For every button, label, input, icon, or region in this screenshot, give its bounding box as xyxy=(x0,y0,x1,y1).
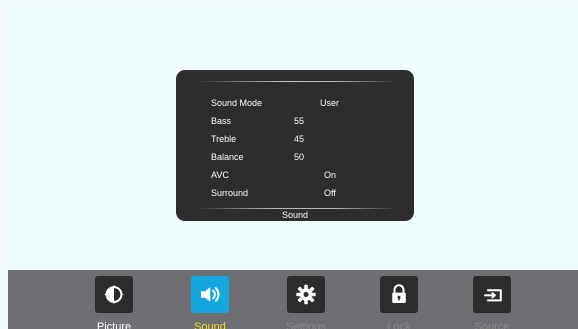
panel-divider-top xyxy=(198,81,396,82)
picture-icon-tile[interactable] xyxy=(95,276,133,313)
setting-row-avc[interactable]: AVC On xyxy=(176,168,414,182)
setting-value-surround: Off xyxy=(324,188,336,198)
panel-divider-bottom xyxy=(198,208,396,209)
source-icon-tile[interactable] xyxy=(473,276,511,313)
lock-icon-tile[interactable] xyxy=(380,276,418,313)
setting-value-balance: 50 xyxy=(294,152,305,162)
gear-icon-tile[interactable] xyxy=(287,276,325,313)
setting-label-surround: Surround xyxy=(211,188,249,198)
setting-label-avc: AVC xyxy=(211,170,229,180)
setting-row-balance[interactable]: Balance 50 xyxy=(176,150,414,164)
picture-icon xyxy=(104,284,124,305)
setting-value-avc: On xyxy=(324,170,337,180)
sound-icon-tile[interactable] xyxy=(191,276,229,313)
menu-label-source: Source xyxy=(474,321,510,329)
menu-item-lock[interactable]: Lock xyxy=(359,270,439,329)
setting-row-bass[interactable]: Bass 55 xyxy=(176,114,414,128)
menu-label-picture: Picture xyxy=(96,321,132,329)
menu-label-settings: Settings xyxy=(286,321,326,329)
setting-label-treble: Treble xyxy=(211,134,237,144)
sound-icon xyxy=(201,287,220,302)
source-icon xyxy=(484,289,502,302)
gear-icon xyxy=(296,284,316,305)
menu-label-sound: Sound xyxy=(194,321,226,329)
setting-value-bass: 55 xyxy=(294,116,305,126)
menu-item-source[interactable]: Source xyxy=(452,270,532,329)
setting-label-bass: Bass xyxy=(211,116,232,126)
sound-settings-panel: Sound Mode User Bass 55 Treble 45 Balanc… xyxy=(176,70,414,221)
panel-title: Sound xyxy=(281,210,309,220)
setting-value-sound-mode: User xyxy=(320,98,340,108)
setting-value-treble: 45 xyxy=(294,134,305,144)
setting-row-surround[interactable]: Surround Off xyxy=(176,186,414,200)
setting-row-sound-mode[interactable]: Sound Mode User xyxy=(176,96,414,110)
setting-label-sound-mode: Sound Mode xyxy=(211,98,263,108)
lock-icon xyxy=(392,284,406,303)
menu-item-sound[interactable]: Sound xyxy=(170,270,250,329)
bottom-menu-bar: Picture Sound Settings Lock Source xyxy=(8,270,578,329)
menu-item-settings[interactable]: Settings xyxy=(266,270,346,329)
menu-item-picture[interactable]: Picture xyxy=(74,270,154,329)
menu-label-lock: Lock xyxy=(387,321,411,329)
setting-row-treble[interactable]: Treble 45 xyxy=(176,132,414,146)
setting-label-balance: Balance xyxy=(211,152,244,162)
